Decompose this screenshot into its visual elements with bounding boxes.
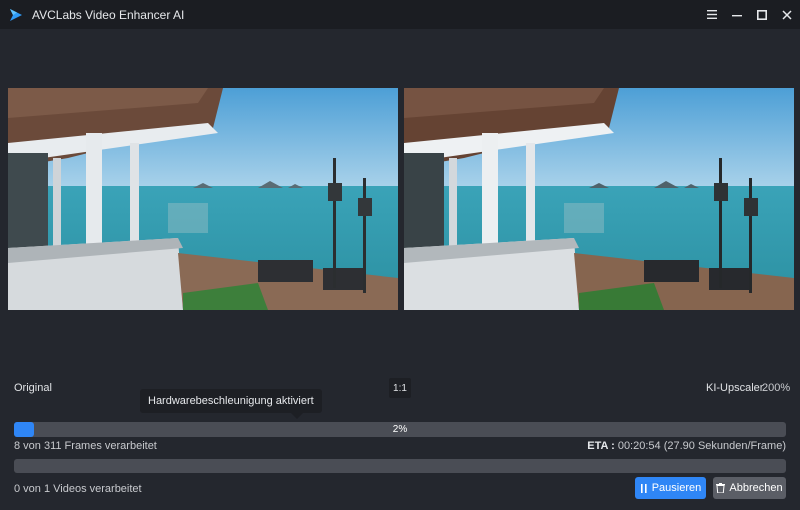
progress-percent: 2% [392, 424, 408, 435]
menu-icon[interactable] [700, 0, 724, 29]
cancel-button[interactable]: Abbrechen [713, 477, 786, 499]
minimize-icon[interactable] [725, 0, 749, 29]
title-bar: AVCLabs Video Enhancer AI [0, 0, 800, 29]
ratio-toggle-button[interactable]: 1:1 [389, 378, 411, 398]
tooltip-arrow [291, 413, 303, 419]
hardware-acceleration-tooltip: Hardwarebeschleunigung aktiviert [140, 389, 322, 413]
pause-icon [640, 483, 647, 493]
frames-processed-text: 8 von 311 Frames verarbeitet [14, 440, 157, 452]
pause-button-label: Pausieren [651, 482, 702, 494]
pause-button[interactable]: Pausieren [635, 477, 706, 499]
window-controls [700, 0, 800, 29]
eta-label: ETA : [587, 440, 615, 452]
cancel-button-label: Abbrechen [729, 482, 783, 494]
maximize-icon[interactable] [750, 0, 774, 29]
close-icon[interactable] [775, 0, 799, 29]
eta-text: ETA : 00:20:54 (27.90 Sekunden/Frame) [587, 440, 786, 452]
trash-icon [716, 483, 726, 493]
app-title: AVCLabs Video Enhancer AI [32, 7, 185, 22]
upscaled-preview-image [404, 88, 794, 310]
videos-processed-text: 0 von 1 Videos verarbeitet [14, 483, 142, 495]
upscaler-label: KI-Upscaler [706, 382, 764, 394]
scale-label: 200% [762, 382, 791, 394]
eta-value: 00:20:54 (27.90 Sekunden/Frame) [614, 440, 786, 452]
original-label: Original [14, 382, 52, 394]
frame-progress-bar: 2% [14, 422, 786, 437]
original-preview-image [8, 88, 398, 310]
overall-progress-bar [14, 459, 786, 473]
app-logo-icon [10, 8, 22, 21]
